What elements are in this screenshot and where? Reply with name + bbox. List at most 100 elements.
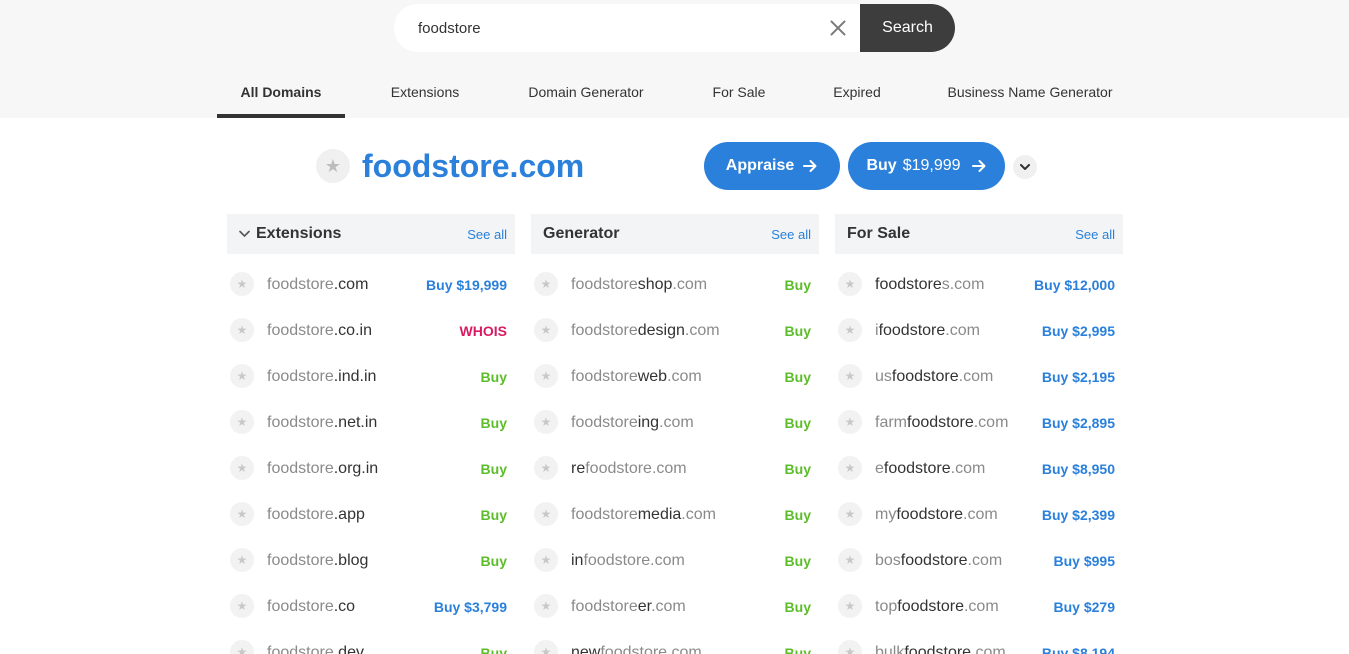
favorite-star-icon[interactable]: ★ [838,410,862,434]
buy-link[interactable]: Buy $8,950 [1042,461,1115,477]
buy-link[interactable]: Buy [785,461,811,477]
buy-link[interactable]: Buy $12,000 [1034,277,1115,293]
see-all-link[interactable]: See all [1075,227,1115,242]
buy-link[interactable]: Buy [785,415,811,431]
buy-link[interactable]: Buy [785,599,811,615]
favorite-star-icon[interactable]: ★ [838,640,862,654]
tab-all-domains[interactable]: All Domains [217,75,345,118]
favorite-star-icon[interactable]: ★ [230,318,254,342]
domain-name-link[interactable]: ifoodstore.com [875,322,1042,340]
favorite-star-icon[interactable]: ★ [838,456,862,480]
domain-name-part: .dev [333,644,364,654]
domain-name-link[interactable]: foodstore.com [267,276,426,294]
favorite-star-icon[interactable]: ★ [230,594,254,618]
domain-name-link[interactable]: bulkfoodstore.com [875,644,1042,654]
favorite-star-icon[interactable]: ★ [316,149,350,183]
tab-domain-generator[interactable]: Domain Generator [515,75,657,118]
buy-link[interactable]: Buy [785,507,811,523]
chevron-down-icon[interactable] [239,230,250,238]
favorite-star-icon[interactable]: ★ [230,410,254,434]
buy-link[interactable]: Buy [785,553,811,569]
favorite-star-icon[interactable]: ★ [230,548,254,572]
buy-link[interactable]: Buy [481,553,507,569]
favorite-star-icon[interactable]: ★ [534,456,558,480]
favorite-star-icon[interactable]: ★ [838,594,862,618]
domain-name-link[interactable]: foodstore.dev [267,644,481,654]
domain-name-link[interactable]: foodstore.blog [267,552,481,570]
domain-name-link[interactable]: foodstore.net.in [267,414,481,432]
favorite-star-icon[interactable]: ★ [534,640,558,654]
favorite-star-icon[interactable]: ★ [230,640,254,654]
favorite-star-icon[interactable]: ★ [534,502,558,526]
clear-search-icon[interactable] [828,18,848,38]
favorite-star-icon[interactable]: ★ [534,318,558,342]
domain-name-link[interactable]: foodstoredesign.com [571,322,785,340]
domain-name-link[interactable]: usfoodstore.com [875,368,1042,386]
buy-link[interactable]: Buy [481,461,507,477]
buy-link[interactable]: Buy $19,999 [426,277,507,293]
buy-link[interactable]: Buy $279 [1054,599,1115,615]
buy-link[interactable]: Buy [785,323,811,339]
domain-name-link[interactable]: topfoodstore.com [875,598,1054,616]
buy-link[interactable]: Buy [785,369,811,385]
favorite-star-icon[interactable]: ★ [230,364,254,388]
buy-link[interactable]: Buy [481,415,507,431]
domain-name-link[interactable]: foodstore.ind.in [267,368,481,386]
favorite-star-icon[interactable]: ★ [838,548,862,572]
see-all-link[interactable]: See all [771,227,811,242]
domain-name-link[interactable]: efoodstore.com [875,460,1042,478]
domain-name-link[interactable]: bosfoodstore.com [875,552,1054,570]
domain-name-link[interactable]: myfoodstore.com [875,506,1042,524]
search-button[interactable]: Search [860,4,955,52]
favorite-star-icon[interactable]: ★ [534,410,558,434]
buy-link[interactable]: Buy $995 [1054,553,1115,569]
buy-link[interactable]: Buy [481,507,507,523]
domain-name-link[interactable]: foodstore.co.in [267,322,460,340]
buy-link[interactable]: Buy $2,399 [1042,507,1115,523]
tab-for-sale[interactable]: For Sale [702,75,776,118]
buy-link[interactable]: Buy $2,195 [1042,369,1115,385]
domain-name-link[interactable]: foodstores.com [875,276,1034,294]
favorite-star-icon[interactable]: ★ [838,272,862,296]
domain-name-link[interactable]: infoodstore.com [571,552,785,570]
buy-link[interactable]: Buy $3,799 [434,599,507,615]
favorite-star-icon[interactable]: ★ [838,502,862,526]
tab-extensions[interactable]: Extensions [378,75,472,118]
buy-link[interactable]: Buy [481,645,507,654]
whois-link[interactable]: WHOIS [460,323,507,339]
favorite-star-icon[interactable]: ★ [230,272,254,296]
buy-link[interactable]: Buy $2,895 [1042,415,1115,431]
column-title[interactable]: Extensions [239,225,467,243]
domain-name-link[interactable]: farmfoodstore.com [875,414,1042,432]
favorite-star-icon[interactable]: ★ [534,548,558,572]
domain-name-link[interactable]: foodstoreshop.com [571,276,785,294]
domain-name-link[interactable]: foodstore.org.in [267,460,481,478]
favorite-star-icon[interactable]: ★ [534,364,558,388]
more-options-chevron-icon[interactable] [1013,155,1037,179]
domain-name-link[interactable]: foodstore.co [267,598,434,616]
favorite-star-icon[interactable]: ★ [230,456,254,480]
favorite-star-icon[interactable]: ★ [230,502,254,526]
domain-name-link[interactable]: foodstoreweb.com [571,368,785,386]
see-all-link[interactable]: See all [467,227,507,242]
domain-name-link[interactable]: foodstore.app [267,506,481,524]
favorite-star-icon[interactable]: ★ [534,272,558,296]
buy-link[interactable]: Buy [785,645,811,654]
domain-name-link[interactable]: foodstoreer.com [571,598,785,616]
favorite-star-icon[interactable]: ★ [534,594,558,618]
buy-link[interactable]: Buy $8,194 [1042,645,1115,654]
favorite-star-icon[interactable]: ★ [838,318,862,342]
appraise-button[interactable]: Appraise [704,142,840,190]
favorite-star-icon[interactable]: ★ [838,364,862,388]
tab-business-name-generator[interactable]: Business Name Generator [937,75,1123,118]
domain-name-link[interactable]: refoodstore.com [571,460,785,478]
buy-link[interactable]: Buy [785,277,811,293]
domain-name-link[interactable]: foodstoremedia.com [571,506,785,524]
buy-button[interactable]: Buy $19,999 [848,142,1005,190]
buy-link[interactable]: Buy $2,995 [1042,323,1115,339]
domain-name-link[interactable]: newfoodstore.com [571,644,785,654]
search-input[interactable] [394,4,860,52]
tab-expired[interactable]: Expired [822,75,892,118]
buy-link[interactable]: Buy [481,369,507,385]
domain-name-link[interactable]: foodstoreing.com [571,414,785,432]
